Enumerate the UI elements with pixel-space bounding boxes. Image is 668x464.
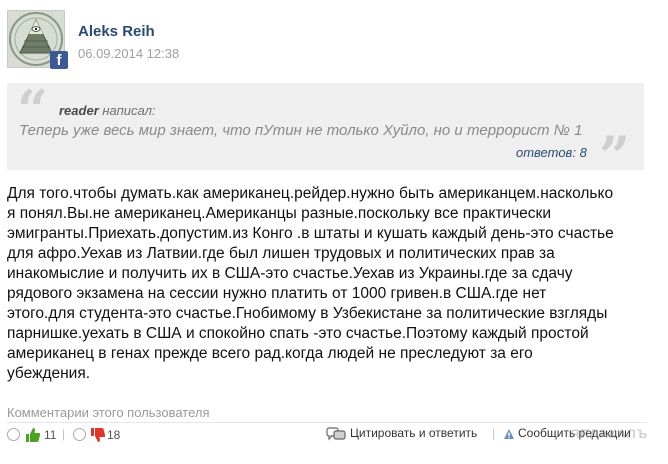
comment-line: парнишке.уехать в США и спокойно спать -… xyxy=(7,325,589,342)
footer-separator: | xyxy=(492,426,496,440)
comment-line: для афро.Уехав из Латвии.где был лишен т… xyxy=(7,245,555,262)
dislike-radio[interactable] xyxy=(73,428,86,441)
warning-icon xyxy=(504,428,514,439)
author-name[interactable]: Aleks Reih xyxy=(78,23,155,40)
dislike-count: 18 xyxy=(107,428,121,442)
quote-reply-label: Цитировать и ответить xyxy=(350,426,478,440)
comment-line: этого.для студента-это счастье.Гнобимому… xyxy=(7,305,608,322)
vote-separator: | xyxy=(62,427,66,441)
comment-line: Для того.чтобы думать.как американец.рей… xyxy=(7,185,614,202)
comment-line: эмигранты.Приехать.допустим.из Конго .в … xyxy=(7,225,614,242)
quote-block: “ reader написал: Теперь уже весь мир зн… xyxy=(7,83,644,183)
quote-wrote-label: написал: xyxy=(102,103,156,118)
quote-author[interactable]: reader xyxy=(59,103,99,118)
site-watermark: ЯПЛАКАЛЪ xyxy=(570,427,648,441)
thumbs-down-icon[interactable] xyxy=(90,427,106,446)
comment-body: Для того.чтобы думать.как американец.рей… xyxy=(7,184,657,384)
quote-text: Теперь уже весь мир знает, что пУтин не … xyxy=(19,122,583,139)
comment-line: рядового экзамена на сессии нужно платит… xyxy=(7,285,547,302)
thumbs-up-icon[interactable] xyxy=(25,427,41,446)
footer-divider xyxy=(7,422,647,423)
quote-reply-button[interactable]: Цитировать и ответить xyxy=(326,426,477,441)
comment-line: я понял.Вы.не американец.Американцы разн… xyxy=(7,205,551,222)
close-quote-icon: ” xyxy=(598,124,630,188)
speech-bubbles-icon xyxy=(326,427,346,441)
vote-bar: 11 | 18 xyxy=(7,427,127,445)
comment-line: инакомыслие и получить их в США-это счас… xyxy=(7,265,573,282)
comment-line: американец в генах прежде всего рад.когд… xyxy=(7,345,533,362)
quote-replies-link[interactable]: ответов: 8 xyxy=(516,145,587,160)
like-count: 11 xyxy=(44,428,57,442)
post-date: 06.09.2014 12:38 xyxy=(78,46,180,61)
comment-line: убеждения. xyxy=(7,365,91,382)
user-comments-link[interactable]: Комментарии этого пользователя xyxy=(7,405,210,420)
quote-header: reader написал: xyxy=(59,103,156,118)
facebook-icon[interactable]: f xyxy=(50,51,68,69)
like-radio[interactable] xyxy=(7,428,20,441)
